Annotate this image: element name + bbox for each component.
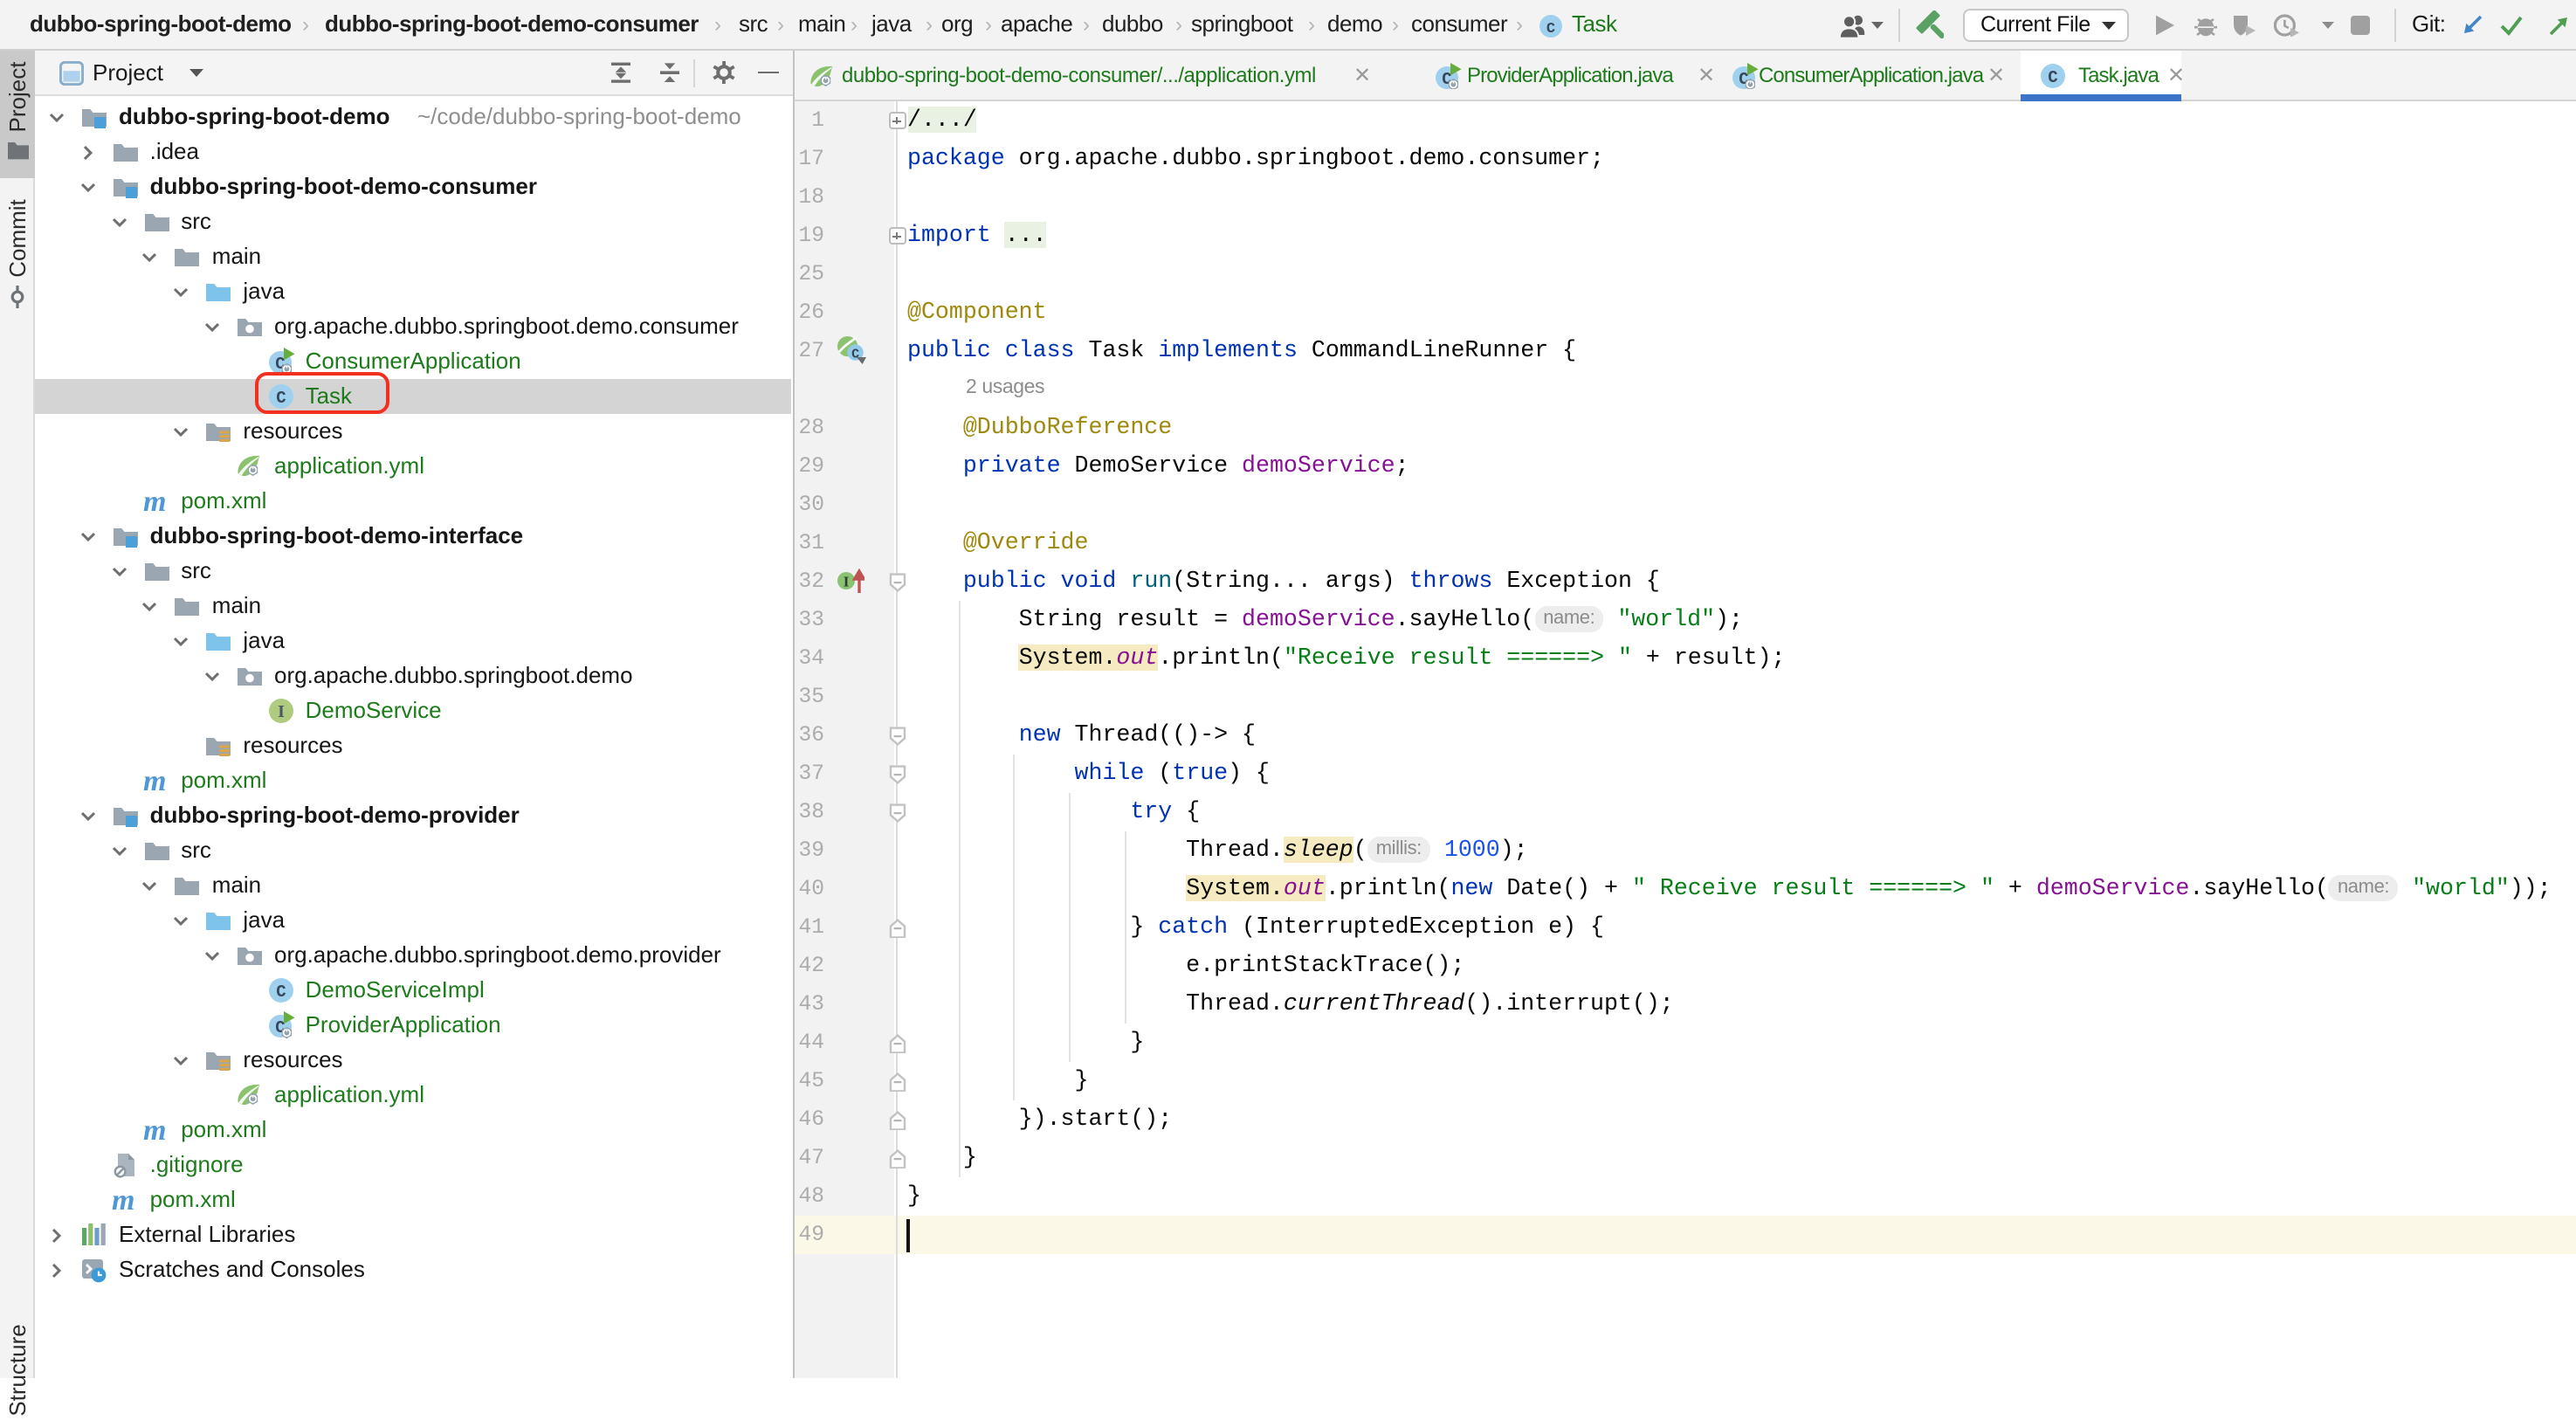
svg-text:m: m [142, 487, 165, 515]
svg-text:I: I [278, 702, 285, 721]
svg-text:C: C [276, 982, 286, 1002]
svg-text:m: m [142, 1116, 165, 1144]
svg-text:m: m [112, 1186, 134, 1214]
svg-text:C: C [1546, 21, 1555, 38]
svg-text:m: m [142, 767, 165, 795]
svg-text:C: C [2048, 68, 2057, 87]
svg-text:I: I [844, 574, 850, 590]
svg-text:C: C [851, 348, 859, 362]
